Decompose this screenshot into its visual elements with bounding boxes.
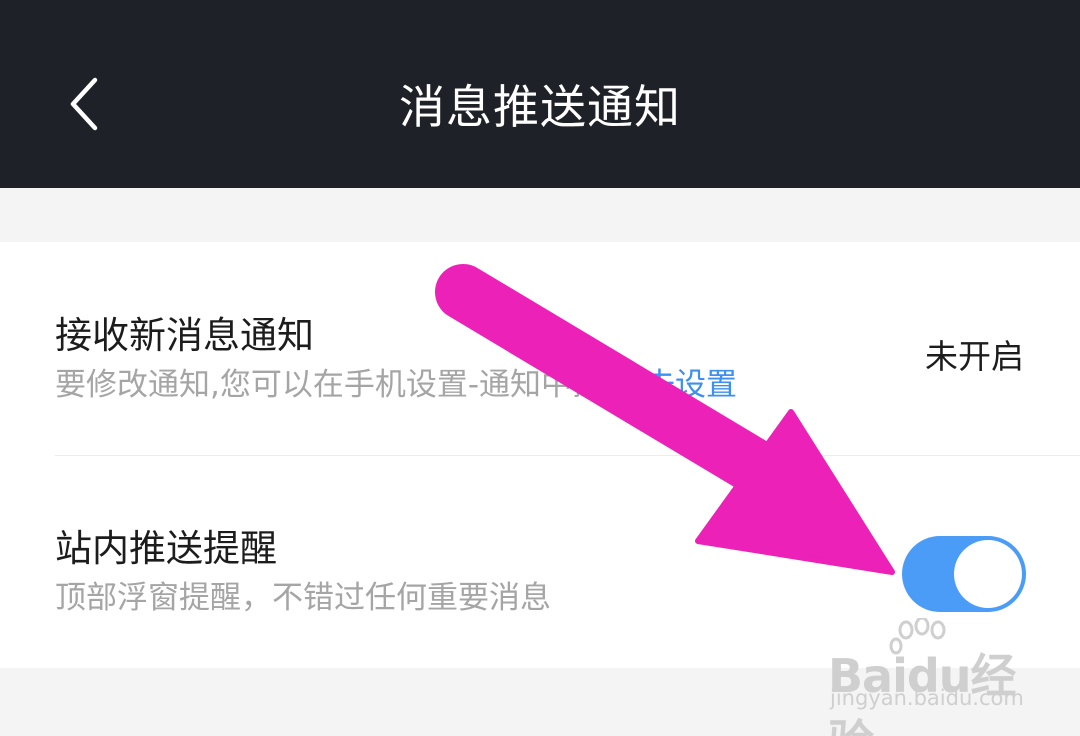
in-app-push-toggle[interactable] [902, 536, 1026, 612]
page-title: 消息推送通知 [399, 80, 681, 134]
setting-description: 顶部浮窗提醒，不错过任何重要消息 [55, 580, 551, 616]
status-value: 未开启 [925, 337, 1024, 376]
settings-list: 接收新消息通知 要修改通知,您可以在手机设置-通知中操作 去设置 未开启 站内推送… [0, 242, 1080, 668]
watermark-url: jingyan.baidu.com [830, 686, 1024, 710]
setting-receive-notifications[interactable]: 接收新消息通知 要修改通知,您可以在手机设置-通知中操作 去设置 未开启 [0, 242, 1080, 455]
setting-description: 要修改通知,您可以在手机设置-通知中操作 去设置 [55, 359, 737, 404]
toggle-knob [954, 540, 1022, 608]
notification-settings-page: 消息推送通知 接收新消息通知 要修改通知,您可以在手机设置-通知中操作 去设置 未… [0, 0, 1080, 736]
setting-description-text: 要修改通知,您可以在手机设置-通知中操作 [55, 367, 635, 403]
setting-title: 站内推送提醒 [55, 527, 277, 570]
baidu-watermark: Baidu经验 jingyan.baidu.com [828, 618, 1028, 736]
setting-title: 接收新消息通知 [55, 314, 314, 357]
go-settings-link[interactable]: 去设置 [644, 367, 737, 403]
